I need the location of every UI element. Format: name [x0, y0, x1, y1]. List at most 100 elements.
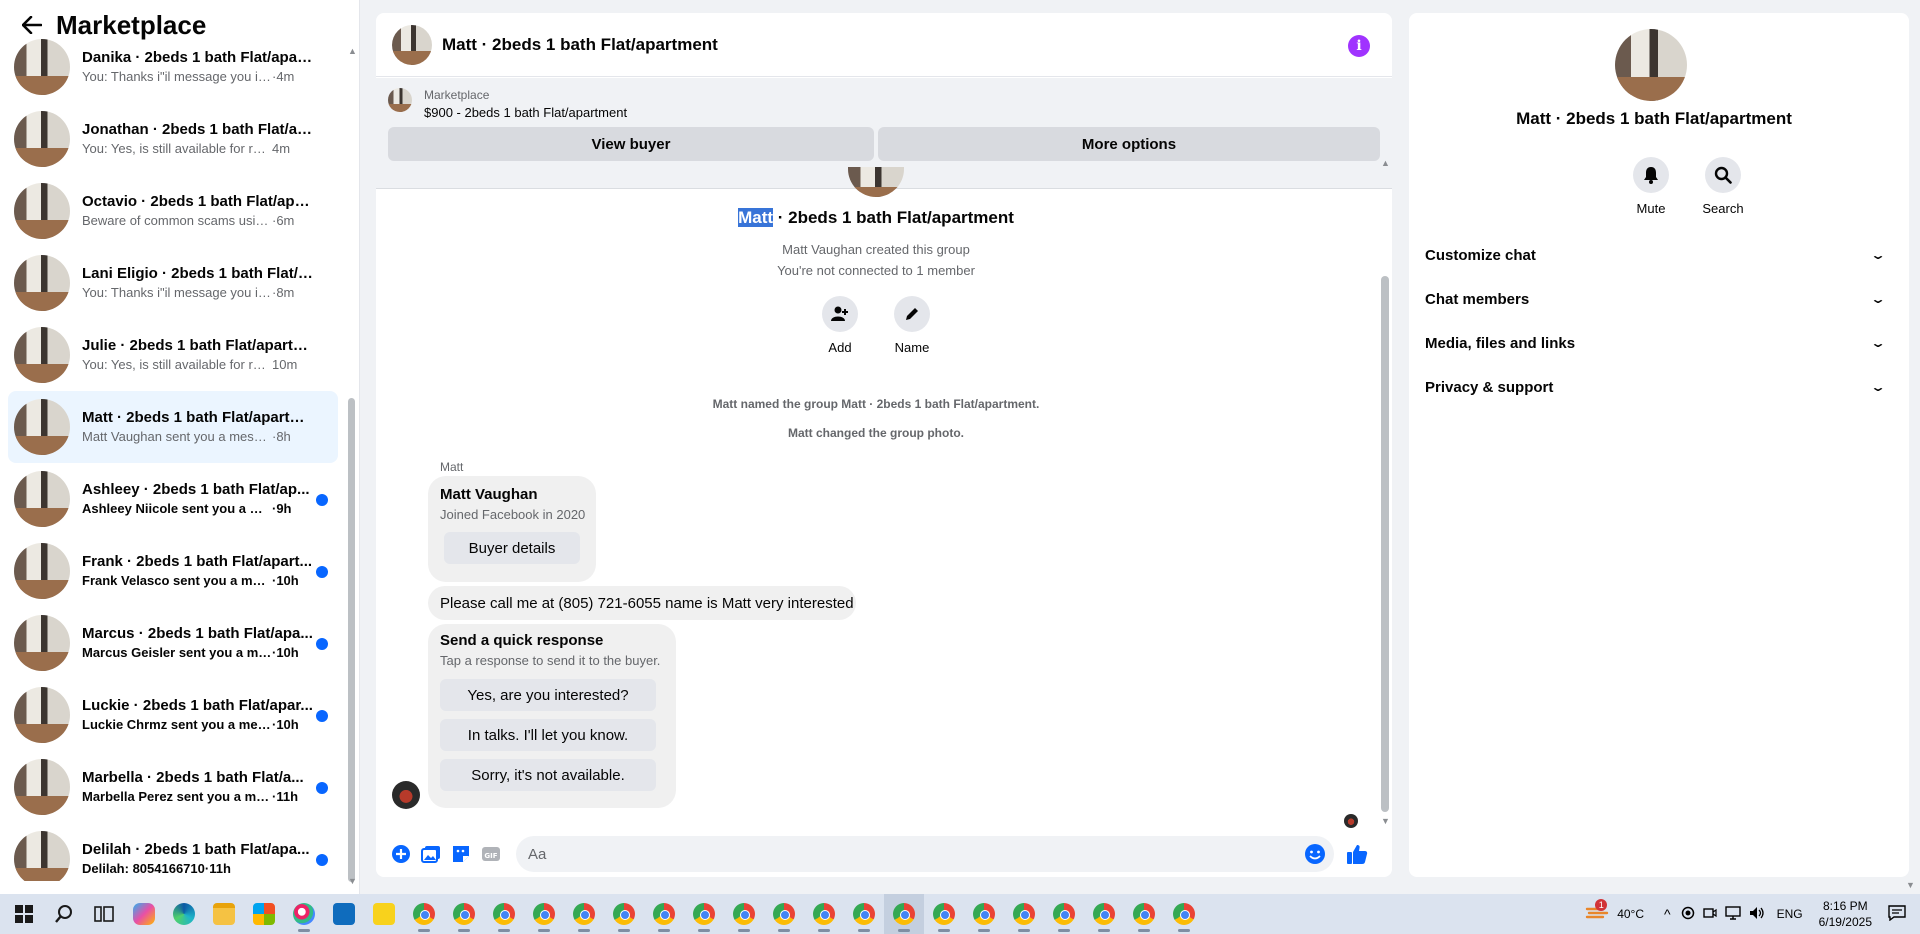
chrome-profile-icon[interactable]: [804, 894, 844, 934]
conversation-item[interactable]: Octavio · 2beds 1 bath Flat/apar... Bewar…: [8, 175, 338, 247]
page-scroll-down-arrow-icon[interactable]: ▼: [1906, 880, 1915, 890]
location-icon[interactable]: [1681, 906, 1695, 923]
conversation-item[interactable]: Julie · 2beds 1 bath Flat/apartme... You:…: [8, 319, 338, 391]
conversation-text: Julie · 2beds 1 bath Flat/apartme... You:…: [82, 336, 314, 374]
chrome-profile-icon[interactable]: [964, 894, 1004, 934]
copilot-icon[interactable]: [124, 894, 164, 934]
chat-scrollbar[interactable]: ▲ ▼: [1378, 158, 1392, 828]
sender-label: Matt: [440, 460, 464, 474]
chrome-profile-icon[interactable]: [1084, 894, 1124, 934]
conversation-item[interactable]: Lani Eligio · 2beds 1 bath Flat/ap... You…: [8, 247, 338, 319]
section-label: Media, files and links: [1425, 334, 1576, 352]
conversation-item[interactable]: Marbella · 2beds 1 bath Flat/a... Marbell…: [8, 751, 338, 823]
conversation-item[interactable]: Danika · 2beds 1 bath Flat/apart... You: …: [8, 31, 338, 103]
chrome-profile-icon[interactable]: [844, 894, 884, 934]
mute-button[interactable]: Mute: [1611, 157, 1691, 216]
gif-icon[interactable]: GIF: [478, 841, 504, 867]
conversation-item[interactable]: Delilah · 2beds 1 bath Flat/apa... Delila…: [8, 823, 338, 881]
network-icon[interactable]: [1724, 905, 1741, 923]
quick-response-option[interactable]: Yes, are you interested?: [440, 679, 656, 711]
chrome-profile-icon[interactable]: [1044, 894, 1084, 934]
conversation-time: ·11h: [204, 861, 231, 876]
chrome-profile-icon[interactable]: [604, 894, 644, 934]
message-input[interactable]: Aa: [516, 836, 1334, 872]
chrome-profile-icon[interactable]: [1164, 894, 1204, 934]
weather-icon[interactable]: 1: [1585, 899, 1611, 925]
volume-icon[interactable]: [1749, 906, 1765, 923]
task-view-icon[interactable]: [84, 894, 124, 934]
sidebar-scrollbar[interactable]: ▲ ▼: [347, 46, 357, 886]
search-icon[interactable]: [44, 894, 84, 934]
conversation-item[interactable]: Frank · 2beds 1 bath Flat/apart... Frank …: [8, 535, 338, 607]
thumbs-up-icon[interactable]: [1344, 841, 1370, 867]
quick-response-option[interactable]: Sorry, it's not available.: [440, 759, 656, 791]
sender-avatar[interactable]: [392, 781, 420, 809]
language-indicator[interactable]: ENG: [1777, 907, 1803, 921]
chat-avatar[interactable]: [392, 24, 432, 65]
conversation-item[interactable]: Marcus · 2beds 1 bath Flat/apa... Marcus …: [8, 607, 338, 679]
chrome-profile-icon[interactable]: [644, 894, 684, 934]
conversation-list: Danika · 2beds 1 bath Flat/apart... You: …: [8, 31, 338, 881]
meet-now-icon[interactable]: [1702, 906, 1717, 923]
chrome-profile-icon[interactable]: [724, 894, 764, 934]
search-button[interactable]: Search: [1683, 157, 1763, 216]
conversation-item[interactable]: Ashleey · 2beds 1 bath Flat/ap... Ashleey…: [8, 463, 338, 535]
add-label: Add: [828, 340, 852, 355]
chrome-profile-icon[interactable]: [444, 894, 484, 934]
scroll-down-arrow-icon[interactable]: ▼: [1381, 816, 1390, 826]
edge-icon[interactable]: [164, 894, 204, 934]
clock[interactable]: 8:16 PM 6/19/2025: [1819, 898, 1872, 930]
add-member-button[interactable]: Add: [805, 296, 875, 355]
file-explorer-icon[interactable]: [204, 894, 244, 934]
mute-label: Mute: [1636, 201, 1666, 216]
listing-price-title[interactable]: $900 - 2beds 1 bath Flat/apartment: [424, 105, 627, 120]
notifications-icon[interactable]: [1888, 904, 1906, 924]
chrome-profile-icon[interactable]: [764, 894, 804, 934]
chrome-icon[interactable]: [404, 894, 444, 934]
privacy-support-section[interactable]: Privacy & support ⌄: [1425, 369, 1886, 405]
sticker-icon[interactable]: [448, 841, 474, 867]
paint-app-icon[interactable]: [284, 894, 324, 934]
listing-thumbnail[interactable]: [388, 88, 412, 112]
outlook-icon[interactable]: [324, 894, 364, 934]
plus-circle-icon[interactable]: [388, 841, 414, 867]
sidebar-scroll-thumb[interactable]: [348, 398, 355, 882]
chrome-profile-icon[interactable]: [684, 894, 724, 934]
chrome-profile-icon[interactable]: [1124, 894, 1164, 934]
scroll-up-arrow-icon[interactable]: ▲: [1381, 158, 1390, 168]
quick-response-option[interactable]: In talks. I'll let you know.: [440, 719, 656, 751]
conversation-item[interactable]: Jonathan · 2beds 1 bath Flat/apa... You: …: [8, 103, 338, 175]
view-buyer-button[interactable]: View buyer: [388, 127, 874, 161]
chrome-profile-icon[interactable]: [524, 894, 564, 934]
chrome-profile-icon[interactable]: [484, 894, 524, 934]
scroll-up-arrow-icon[interactable]: ▲: [348, 46, 357, 56]
conversation-preview: Ashleey Niicole sent you a mess...: [82, 501, 272, 516]
customize-chat-section[interactable]: Customize chat ⌄: [1425, 237, 1886, 273]
rename-group-button[interactable]: Name: [877, 296, 947, 355]
conversation-item[interactable]: Matt · 2beds 1 bath Flat/apartm... Matt V…: [8, 391, 338, 463]
media-files-links-section[interactable]: Media, files and links ⌄: [1425, 325, 1886, 361]
windows-start-icon[interactable]: [4, 894, 44, 934]
chrome-profile-icon[interactable]: [924, 894, 964, 934]
group-photo: [848, 167, 904, 197]
buyer-details-button[interactable]: Buyer details: [444, 532, 580, 564]
more-options-button[interactable]: More options: [878, 127, 1380, 161]
chrome-profile-icon-active[interactable]: [884, 894, 924, 934]
chrome-profile-icon[interactable]: [564, 894, 604, 934]
scroll-down-arrow-icon[interactable]: ▼: [348, 876, 357, 886]
info-icon[interactable]: i: [1348, 35, 1370, 57]
sticky-notes-icon[interactable]: [364, 894, 404, 934]
chrome-profile-icon[interactable]: [1004, 894, 1044, 934]
conversation-time: ·8h: [272, 429, 291, 444]
chat-scroll-thumb[interactable]: [1381, 276, 1389, 812]
microsoft-store-icon[interactable]: [244, 894, 284, 934]
chat-members-section[interactable]: Chat members ⌄: [1425, 281, 1886, 317]
chevron-up-icon[interactable]: ^: [1664, 906, 1671, 922]
chat-title[interactable]: Matt · 2beds 1 bath Flat/apartment: [442, 35, 718, 55]
conversation-item[interactable]: Luckie · 2beds 1 bath Flat/apar... Luckie…: [8, 679, 338, 751]
conversation-preview: Beware of common scams using p...: [82, 213, 272, 228]
weather-temp[interactable]: 40°C: [1617, 907, 1644, 921]
emoji-icon[interactable]: [1304, 843, 1326, 869]
photo-icon[interactable]: [418, 841, 444, 867]
details-avatar[interactable]: [1615, 29, 1687, 101]
